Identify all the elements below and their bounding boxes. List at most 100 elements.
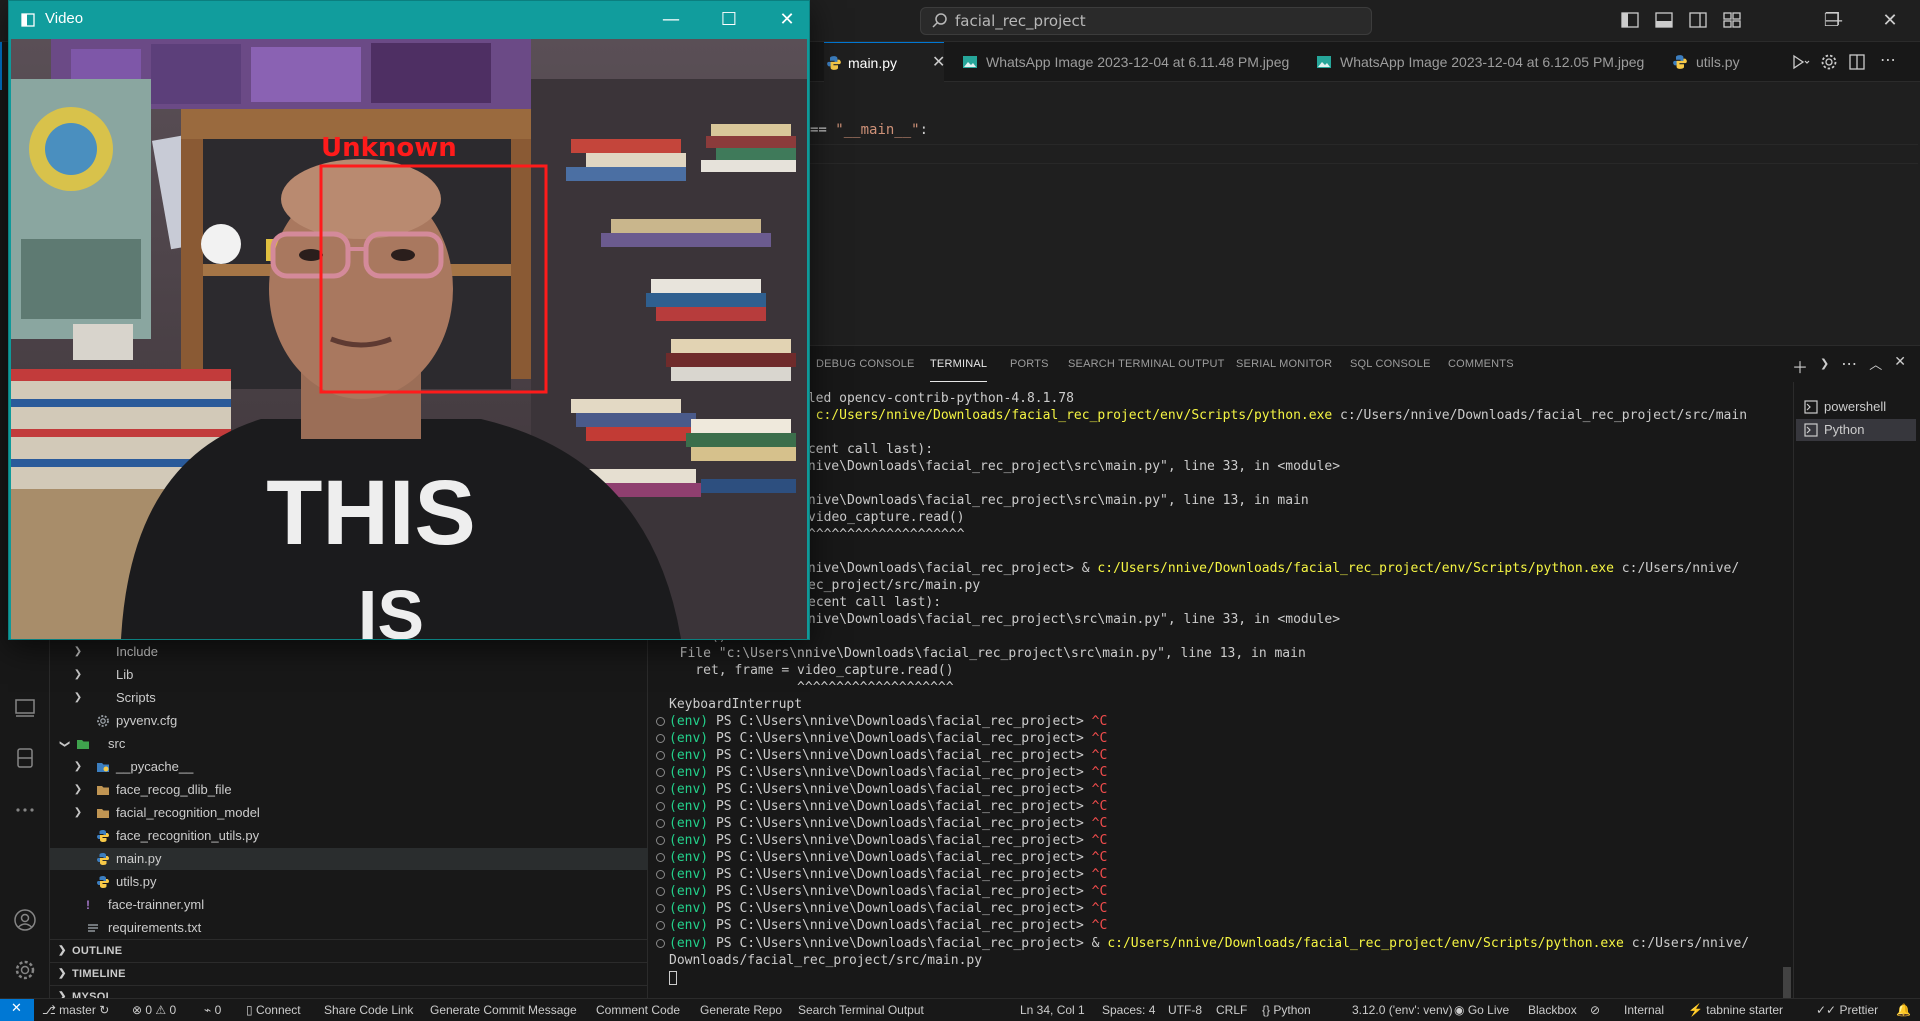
chevron-right-icon: ❯	[58, 968, 67, 979]
tree-file-face-recognition-utils[interactable]: face_recognition_utils.py	[50, 825, 648, 847]
tab-close-icon[interactable]: ✕	[932, 43, 945, 83]
tree-file-face-trainner-yml[interactable]: ! face-trainner.yml	[50, 894, 648, 916]
ports-item[interactable]: ⌁ 0	[204, 999, 221, 1021]
section-label: OUTLINE	[72, 945, 123, 957]
remote-explorer-icon[interactable]	[13, 696, 37, 720]
tree-folder-face-recog-dlib[interactable]: ❯ face_recog_dlib_file	[50, 779, 648, 801]
tree-folder-src[interactable]: ❯ src	[50, 733, 648, 755]
video-window[interactable]: Video — ☐ ✕ THIS IS Unknown	[8, 0, 810, 640]
tree-file-requirements[interactable]: requirements.txt	[50, 917, 648, 939]
toggle-panel-icon[interactable]	[1654, 10, 1674, 30]
eol-item[interactable]: CRLF	[1216, 999, 1247, 1021]
toggle-primary-sidebar-icon[interactable]	[1620, 10, 1640, 30]
more-actions-icon[interactable]: ⋯	[1880, 50, 1896, 69]
cursor-position-item[interactable]: Ln 34, Col 1	[1020, 999, 1085, 1021]
tab-whatsapp-image-1[interactable]: WhatsApp Image 2023-12-04 at 6.11.48 PM.…	[962, 42, 1289, 82]
terminal-prompt-line: (env) PS C:\Users\nnive\Downloads\facial…	[656, 866, 1107, 883]
terminal-item-powershell[interactable]: powershell	[1796, 396, 1916, 418]
tree-file-utils-py[interactable]: utils.py	[50, 871, 648, 893]
terminal-prompt-token: PS C:\Users\nnive\Downloads\facial_rec_p…	[708, 748, 1092, 763]
tab-sql-console[interactable]: SQL CONSOLE	[1350, 346, 1431, 382]
connect-item[interactable]: ▯ Connect	[246, 999, 301, 1021]
run-python-file-icon[interactable]	[1792, 54, 1810, 70]
window-minimize-button-2[interactable]	[1764, 6, 1804, 36]
generate-repo-item[interactable]: Generate Repo	[700, 999, 782, 1021]
tab-main-py[interactable]: main.py ✕	[824, 42, 945, 83]
terminal-item-python[interactable]: Python	[1796, 419, 1916, 441]
problems-item[interactable]: ⊗ 0 ⚠ 0	[132, 999, 176, 1021]
internal-item[interactable]: Internal	[1624, 999, 1664, 1021]
share-code-link-item[interactable]: Share Code Link	[324, 999, 413, 1021]
tree-file-main-py[interactable]: main.py	[50, 848, 648, 870]
code-editor[interactable]: == "__main__":	[648, 82, 1920, 345]
terminal-ctrl-c-token: ^C	[1091, 782, 1108, 797]
warning-icon: ⚠	[152, 1003, 170, 1017]
tab-whatsapp-image-2[interactable]: WhatsApp Image 2023-12-04 at 6.12.05 PM.…	[1316, 42, 1644, 82]
blackbox-item[interactable]: Blackbox	[1528, 999, 1577, 1021]
section-timeline[interactable]: ❯ TIMELINE	[50, 962, 648, 984]
video-window-titlebar[interactable]: Video — ☐ ✕	[9, 1, 809, 39]
notifications-bell-icon[interactable]: 🔔	[1896, 999, 1911, 1021]
split-editor-icon[interactable]	[1848, 53, 1866, 71]
customize-layout-icon[interactable]	[1722, 10, 1742, 30]
section-outline[interactable]: ❯ OUTLINE	[50, 939, 648, 961]
encoding-item[interactable]: UTF-8	[1168, 999, 1202, 1021]
tree-folder-facial-recognition-model[interactable]: ❯ facial_recognition_model	[50, 802, 648, 824]
terminal-prompt-token: PS C:\Users\nnive\Downloads\facial_rec_p…	[708, 731, 1092, 746]
python-interpreter-item[interactable]: 3.12.0 ('env': venv)	[1352, 999, 1453, 1021]
tab-ports[interactable]: PORTS	[1010, 346, 1049, 382]
tab-comments[interactable]: COMMENTS	[1448, 346, 1514, 382]
chevron-down-icon[interactable]: ❯	[1820, 354, 1829, 378]
git-branch-item[interactable]: ⎇ master ↻	[42, 999, 109, 1021]
tab-terminal[interactable]: TERMINAL	[930, 346, 988, 382]
search-terminal-output-item[interactable]: Search Terminal Output	[798, 999, 924, 1021]
account-icon[interactable]	[13, 908, 37, 932]
tree-folder-scripts[interactable]: ❯ Scripts	[50, 687, 648, 709]
tab-debug-console[interactable]: DEBUG CONSOLE	[816, 346, 915, 382]
database-icon[interactable]	[13, 746, 37, 770]
indentation-item[interactable]: Spaces: 4	[1102, 999, 1155, 1021]
terminal-scrollbar[interactable]	[1783, 967, 1791, 999]
language-mode-item[interactable]: {} Python	[1262, 999, 1311, 1021]
remote-indicator[interactable]: ✕	[0, 999, 34, 1021]
copilot-icon[interactable]: ⊘	[1590, 999, 1600, 1021]
tabnine-item[interactable]: ⚡ tabnine starter	[1688, 999, 1783, 1021]
window-close-button[interactable]: ✕	[1870, 6, 1910, 36]
settings-gear-icon[interactable]	[13, 958, 37, 982]
tree-folder-include[interactable]: ❯ Include	[50, 641, 648, 663]
debug-icon[interactable]	[1820, 53, 1838, 71]
new-terminal-icon[interactable]: ＋	[1792, 354, 1808, 378]
terminal-env-token: (env)	[669, 936, 709, 951]
tab-serial-monitor[interactable]: SERIAL MONITOR	[1236, 346, 1332, 382]
terminal-token: c:/Users/nnive/	[1623, 936, 1750, 951]
window-restore-icon[interactable]: ❐	[1812, 6, 1852, 36]
comment-code-item[interactable]: Comment Code	[596, 999, 680, 1021]
prettier-item[interactable]: ✓✓ Prettier	[1816, 999, 1878, 1021]
terminal-output[interactable]: lled opencv-contrib-python-4.8.1.78 s c:…	[648, 382, 1793, 999]
maximize-panel-icon[interactable]: ︿	[1869, 354, 1882, 378]
tab-utils-py[interactable]: utils.py	[1672, 42, 1762, 82]
tree-file-pyvenv[interactable]: pyvenv.cfg	[50, 710, 648, 732]
tree-folder-lib[interactable]: ❯ Lib	[50, 664, 648, 686]
command-center-text: facial_rec_project	[955, 12, 1086, 30]
more-actions-icon[interactable]: ⋯	[1841, 354, 1857, 378]
terminal-prompt-token: PS C:\Users\nnive\Downloads\facial_rec_p…	[708, 782, 1092, 797]
video-maximize-button[interactable]: ☐	[709, 5, 749, 35]
tab-search-terminal-output[interactable]: SEARCH TERMINAL OUTPUT	[1068, 346, 1225, 382]
more-views-icon[interactable]	[13, 798, 37, 822]
video-minimize-button[interactable]: —	[651, 5, 691, 35]
generate-commit-item[interactable]: Generate Commit Message	[430, 999, 577, 1021]
tree-folder-pycache[interactable]: ❯ __pycache__	[50, 756, 648, 778]
go-live-item[interactable]: ◉ Go Live	[1454, 999, 1509, 1021]
toggle-secondary-sidebar-icon[interactable]	[1688, 10, 1708, 30]
command-center-search[interactable]: facial_rec_project	[920, 7, 1372, 35]
code-string-token: "__main__"	[835, 122, 920, 138]
terminal-env-token: (env)	[669, 816, 709, 831]
terminal-prompt-token: PS C:\Users\nnive\Downloads\facial_rec_p…	[708, 918, 1092, 933]
connect-label: Connect	[255, 1003, 301, 1017]
tabnine-icon: ⚡	[1688, 1003, 1707, 1017]
tree-label: face_recognition_utils.py	[116, 828, 260, 843]
video-close-button[interactable]: ✕	[767, 5, 807, 35]
close-panel-icon[interactable]: ✕	[1894, 354, 1906, 378]
active-view-indicator	[0, 42, 2, 90]
